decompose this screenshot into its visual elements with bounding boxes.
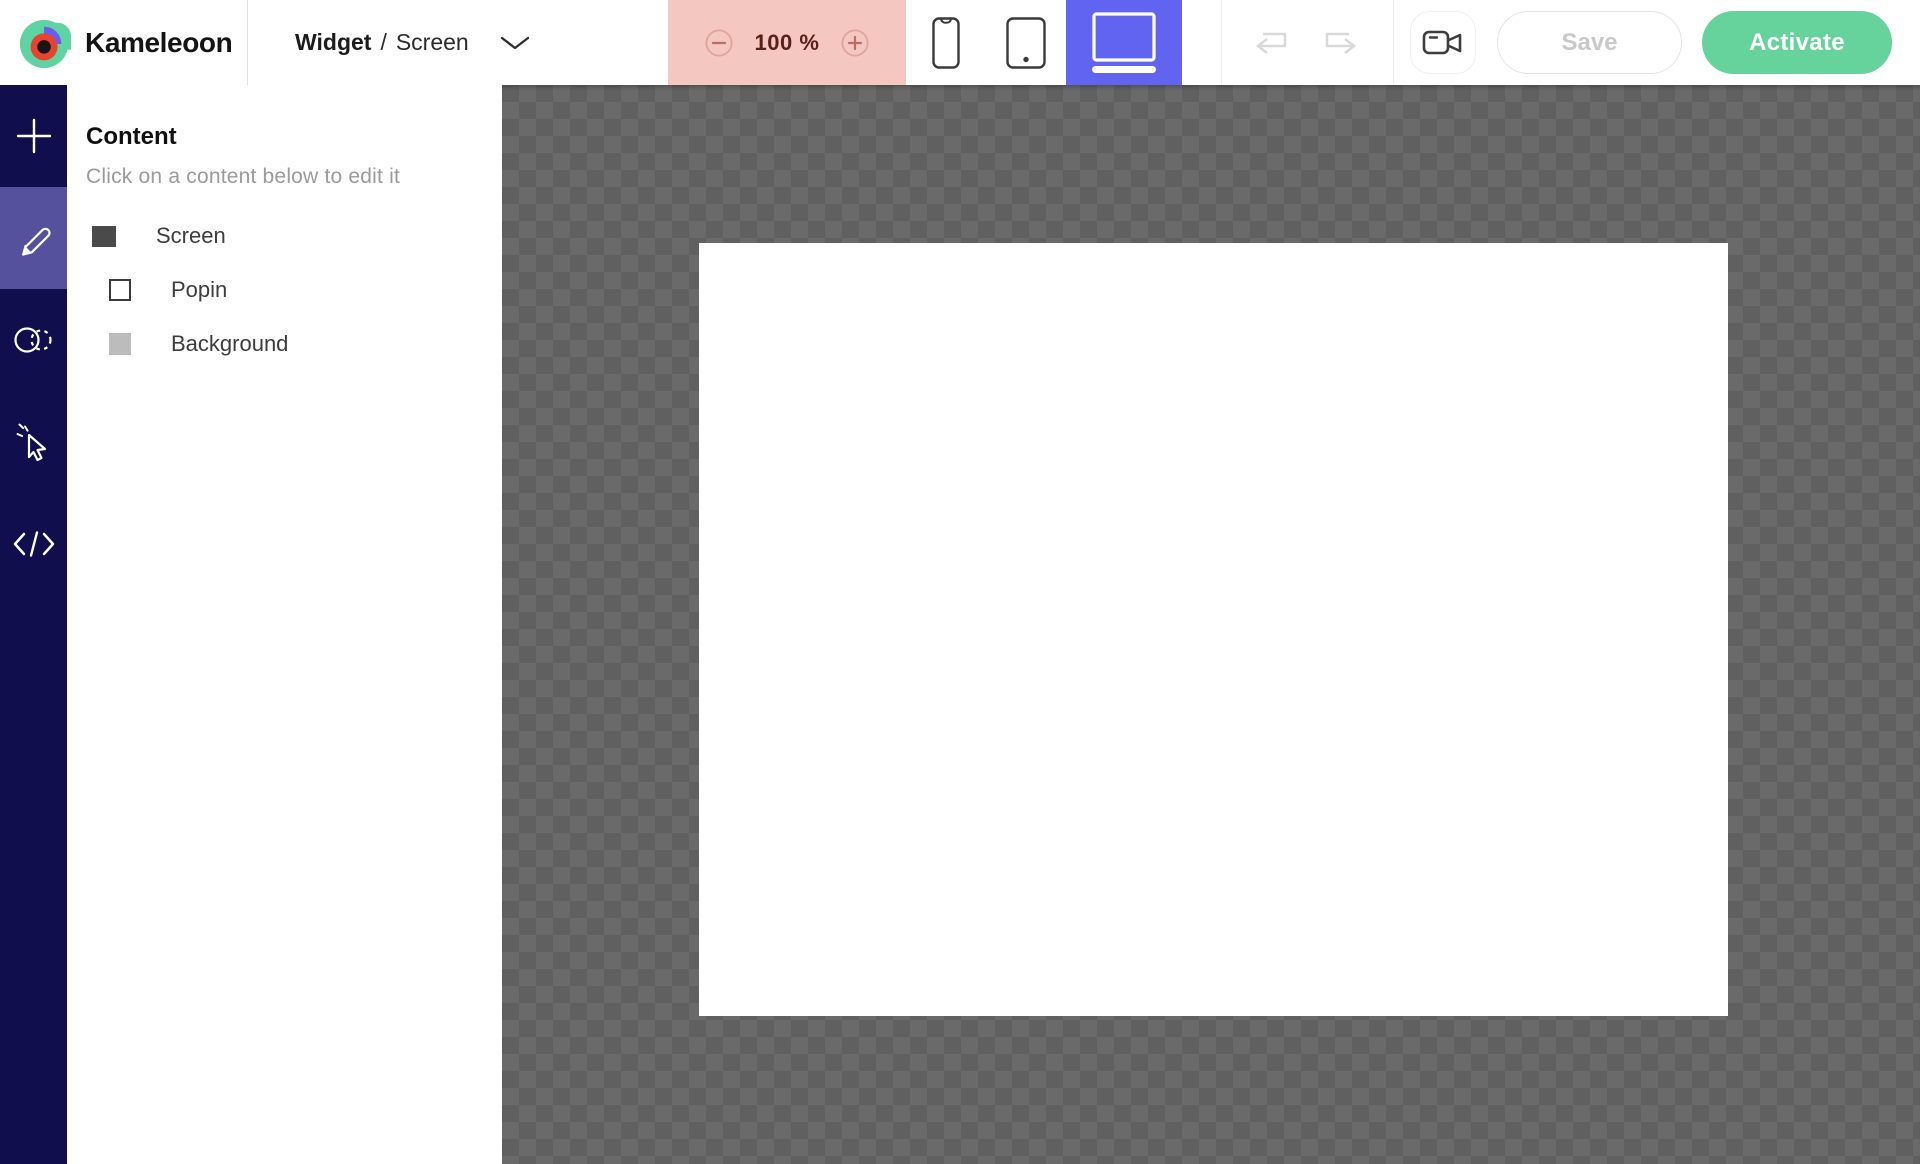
- tool-edit-button[interactable]: [0, 187, 67, 289]
- device-tablet-button[interactable]: [986, 0, 1066, 85]
- zoom-out-button[interactable]: [705, 29, 733, 57]
- screencast-button[interactable]: [1410, 11, 1476, 74]
- tool-interactions-button[interactable]: [0, 391, 67, 493]
- minus-circle-icon: [705, 29, 733, 57]
- breadcrumb-separator: /: [380, 29, 386, 56]
- zoom-level-value: 100 %: [755, 30, 820, 56]
- content-item-screen[interactable]: Screen: [67, 216, 502, 256]
- content-panel: Content Click on a content below to edit…: [67, 85, 502, 1164]
- topbar: Kameleoon Widget / Screen 100 %: [0, 0, 1920, 85]
- pencil-icon: [12, 216, 56, 260]
- divider: [247, 0, 248, 85]
- code-icon: [12, 531, 56, 557]
- plus-circle-icon: [841, 29, 869, 57]
- popin-swatch: [109, 279, 131, 301]
- widget-screen-artboard[interactable]: [699, 243, 1728, 1016]
- breadcrumb-secondary: Screen: [396, 29, 469, 56]
- device-mobile-button[interactable]: [906, 0, 986, 85]
- divider: [1221, 0, 1222, 85]
- redo-button[interactable]: [1315, 18, 1367, 66]
- brand-name: Kameleoon: [85, 27, 232, 59]
- editor-canvas: [502, 85, 1920, 1164]
- undo-button[interactable]: [1245, 18, 1297, 66]
- tool-rail: [0, 85, 67, 1164]
- breadcrumb-primary: Widget: [295, 29, 371, 56]
- video-camera-icon: [1422, 28, 1464, 58]
- breadcrumb[interactable]: Widget / Screen: [295, 0, 530, 85]
- content-item-background[interactable]: Background: [67, 324, 502, 364]
- zoom-in-button[interactable]: [841, 29, 869, 57]
- tool-states-button[interactable]: [0, 289, 67, 391]
- brand[interactable]: Kameleoon: [18, 0, 232, 85]
- content-item-label: Popin: [171, 277, 227, 303]
- tool-code-button[interactable]: [0, 493, 67, 595]
- activate-button[interactable]: Activate: [1702, 11, 1892, 74]
- chevron-down-icon: [500, 36, 530, 50]
- tablet-icon: [1006, 17, 1046, 69]
- kameleoon-logo-icon: [18, 16, 72, 70]
- content-list: Screen Popin Background: [67, 216, 502, 364]
- undo-icon: [1247, 24, 1295, 60]
- plus-icon: [16, 118, 52, 154]
- cursor-click-icon: [12, 420, 56, 464]
- content-item-popin[interactable]: Popin: [67, 270, 502, 310]
- device-desktop-button[interactable]: [1066, 0, 1182, 85]
- overlapping-circles-icon: [12, 325, 56, 355]
- panel-title: Content: [86, 123, 502, 151]
- background-swatch: [109, 333, 131, 355]
- divider: [1393, 0, 1394, 85]
- save-button[interactable]: Save: [1497, 11, 1682, 74]
- panel-subtitle: Click on a content below to edit it: [86, 165, 502, 189]
- content-item-label: Screen: [156, 223, 226, 249]
- mobile-icon: [932, 17, 960, 69]
- screen-swatch: [92, 226, 116, 247]
- zoom-controls: 100 %: [668, 0, 906, 85]
- content-item-label: Background: [171, 331, 288, 357]
- desktop-icon: [1085, 11, 1163, 75]
- tool-add-button[interactable]: [0, 85, 67, 187]
- redo-icon: [1317, 24, 1365, 60]
